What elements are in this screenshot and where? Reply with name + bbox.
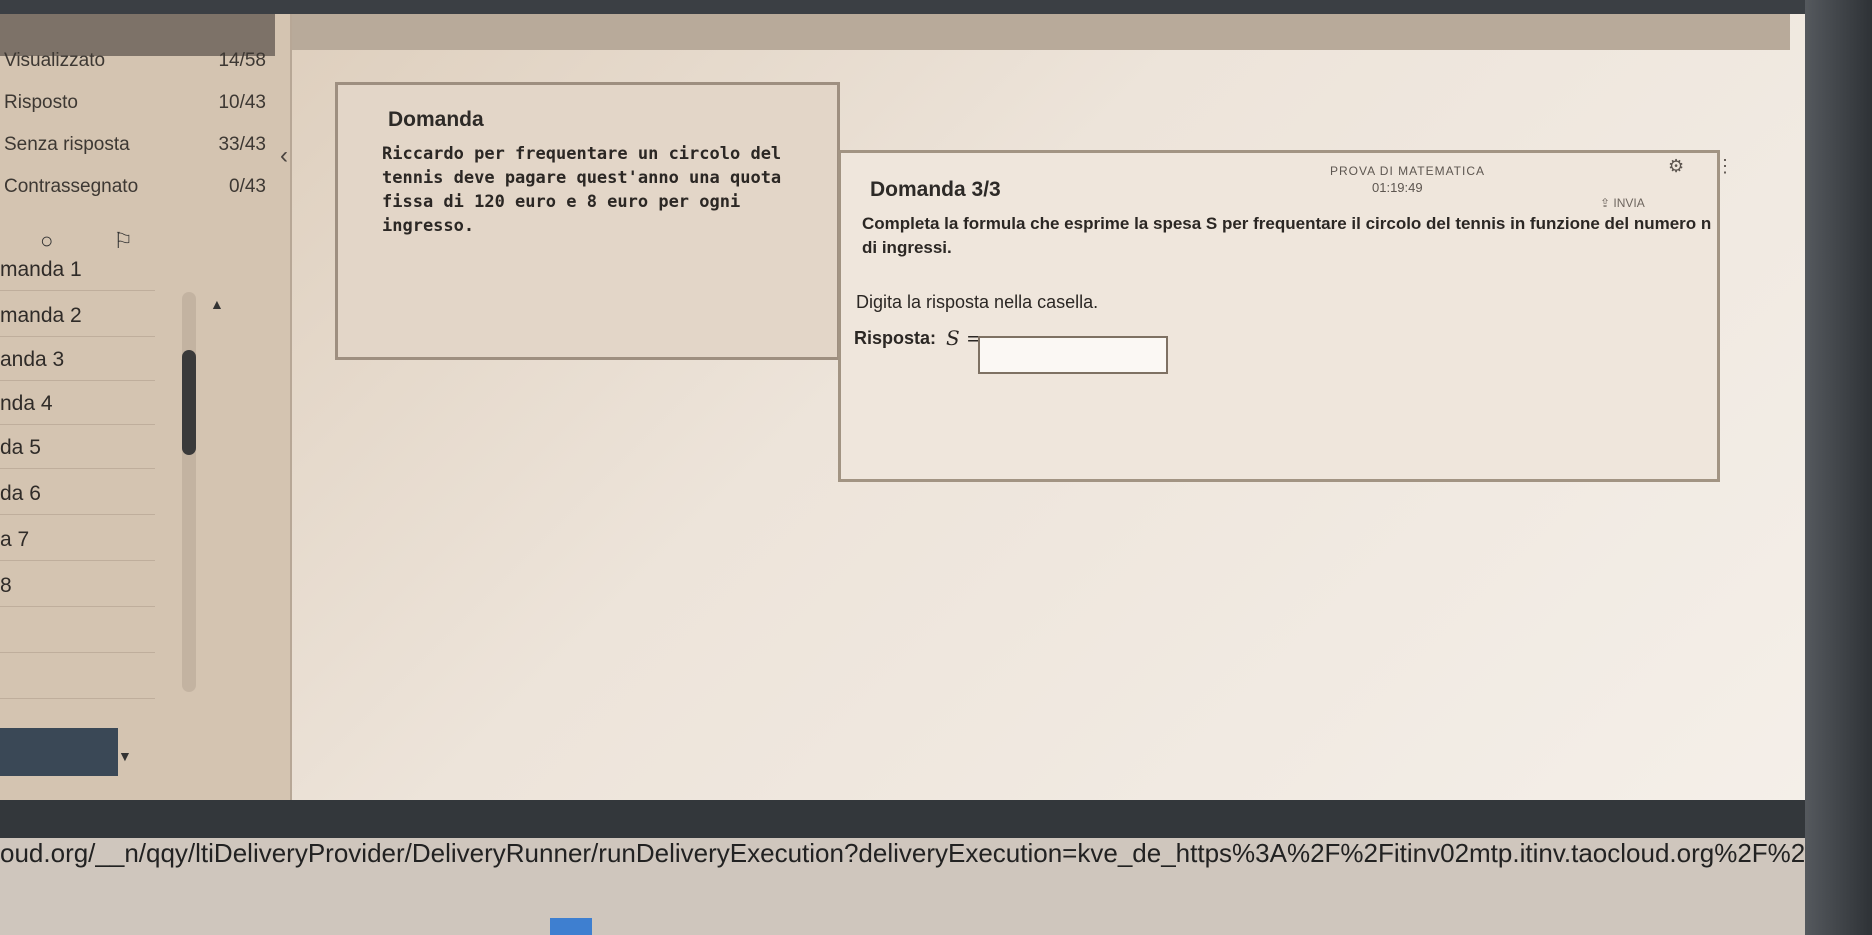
list-item[interactable]: a 7 bbox=[0, 520, 155, 561]
question-prompt: Completa la formula che esprime la spesa… bbox=[862, 214, 1712, 257]
stat-unanswered-value: 33/43 bbox=[218, 134, 266, 155]
more-options-icon[interactable]: ⋮ bbox=[1716, 156, 1734, 177]
sidebar-scrollbar-thumb[interactable] bbox=[182, 350, 196, 455]
list-item-label: manda 2 bbox=[0, 304, 82, 327]
app-top-bar bbox=[290, 14, 1790, 50]
list-item[interactable]: manda 2 bbox=[0, 296, 155, 337]
stat-viewed-value: 14/58 bbox=[218, 50, 266, 71]
passage-text: Riccardo per frequentare un circolo del … bbox=[382, 144, 782, 236]
list-item-empty bbox=[0, 612, 155, 653]
stat-unanswered: Senza risposta 33/43 bbox=[4, 134, 266, 158]
monitor-bezel-right bbox=[1805, 0, 1872, 935]
question-hint: Digita la risposta nella casella. bbox=[856, 292, 1099, 312]
gear-icon[interactable]: ⚙ bbox=[1668, 156, 1684, 177]
stat-viewed-label: Visualizzato bbox=[4, 50, 106, 71]
collapse-sidebar-icon[interactable]: ‹ bbox=[280, 142, 288, 170]
passage-title: Domanda bbox=[388, 108, 484, 131]
list-item[interactable]: nda 4 bbox=[0, 384, 155, 425]
list-item[interactable]: 8 bbox=[0, 566, 155, 607]
list-item[interactable]: da 6 bbox=[0, 474, 155, 515]
exam-timer: 01:19:49 bbox=[1372, 180, 1423, 195]
list-item-label: da 6 bbox=[0, 482, 41, 505]
stat-viewed: Visualizzato 14/58 bbox=[4, 50, 266, 74]
answer-label: Risposta: bbox=[854, 328, 937, 348]
list-item-label: a 7 bbox=[0, 528, 30, 551]
submit-button[interactable]: ⇪ INVIA bbox=[1600, 196, 1645, 210]
browser-bookmarks-bar bbox=[0, 800, 1805, 838]
monitor-bezel-top bbox=[0, 0, 1872, 14]
stat-answered: Risposto 10/43 bbox=[4, 92, 266, 116]
scroll-down-icon[interactable]: ▼ bbox=[118, 748, 132, 764]
list-item-label: 8 bbox=[0, 574, 12, 597]
stat-answered-value: 10/43 bbox=[218, 92, 266, 113]
stat-flagged: Contrassegnato 0/43 bbox=[4, 176, 266, 200]
taskbar-app-icon[interactable] bbox=[550, 918, 592, 935]
submit-label: INVIA bbox=[1613, 196, 1645, 210]
scroll-up-icon[interactable]: ▲ bbox=[210, 296, 224, 312]
answer-input[interactable] bbox=[978, 336, 1168, 374]
stat-unanswered-label: Senza risposta bbox=[4, 134, 130, 155]
stat-answered-label: Risposto bbox=[4, 92, 78, 113]
list-item-label: anda 3 bbox=[0, 348, 65, 371]
list-item[interactable]: da 5 bbox=[0, 428, 155, 469]
list-item-label: da 5 bbox=[0, 436, 41, 459]
list-item[interactable]: anda 3 bbox=[0, 340, 155, 381]
stat-flagged-label: Contrassegnato bbox=[4, 176, 139, 197]
address-url[interactable]: oud.org/__n/qqy/ltiDeliveryProvider/Deli… bbox=[0, 838, 1805, 869]
question-counter: Domanda 3/3 bbox=[870, 178, 1001, 201]
list-item-label: manda 1 bbox=[0, 258, 82, 281]
list-item-empty bbox=[0, 658, 155, 699]
list-item[interactable]: manda 1 bbox=[0, 250, 155, 291]
stat-flagged-value: 0/43 bbox=[229, 176, 266, 197]
sidebar-footer-block bbox=[0, 728, 118, 776]
exam-title: PROVA DI MATEMATICA bbox=[1330, 164, 1486, 178]
list-item-label: nda 4 bbox=[0, 392, 53, 415]
